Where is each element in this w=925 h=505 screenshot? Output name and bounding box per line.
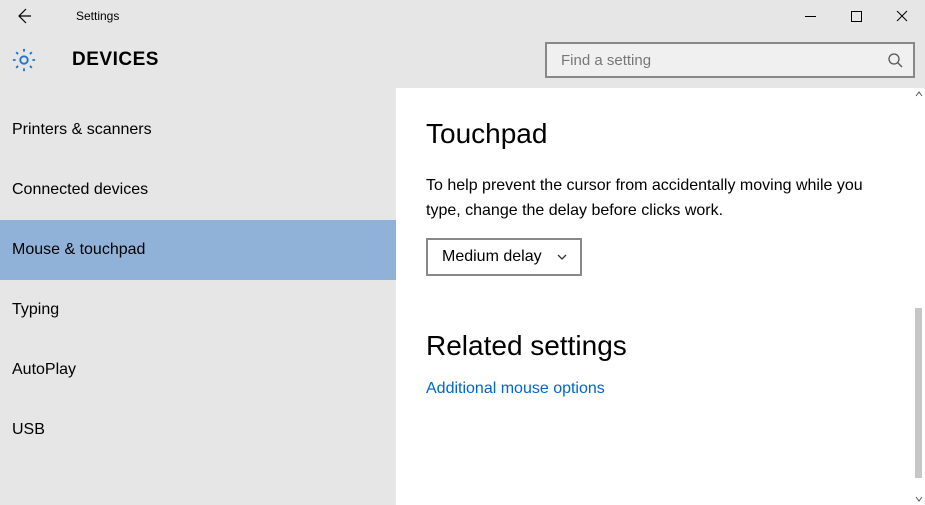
sidebar-item-typing[interactable]: Typing: [0, 280, 396, 340]
arrow-left-icon: [15, 7, 33, 25]
sidebar-item-usb[interactable]: USB: [0, 400, 396, 460]
delay-dropdown[interactable]: Medium delay: [426, 238, 582, 276]
section-heading-touchpad: Touchpad: [426, 118, 895, 150]
header: DEVICES: [0, 32, 925, 88]
sidebar-item-label: Printers & scanners: [12, 121, 152, 139]
sidebar-item-label: USB: [12, 421, 45, 439]
maximize-icon: [851, 11, 862, 22]
section-heading-related: Related settings: [426, 330, 895, 362]
content-pane: Touchpad To help prevent the cursor from…: [396, 88, 925, 505]
dropdown-selected-value: Medium delay: [442, 248, 542, 266]
close-button[interactable]: [879, 0, 925, 32]
sidebar-item-label: AutoPlay: [12, 361, 76, 379]
search-input[interactable]: [559, 51, 887, 70]
additional-mouse-options-link[interactable]: Additional mouse options: [426, 380, 895, 398]
touchpad-description: To help prevent the cursor from accident…: [426, 174, 866, 224]
scroll-thumb[interactable]: [915, 308, 922, 478]
sidebar: Printers & scanners Connected devices Mo…: [0, 88, 396, 505]
sidebar-item-mouse-touchpad[interactable]: Mouse & touchpad: [0, 220, 396, 280]
minimize-button[interactable]: [787, 0, 833, 32]
chevron-up-icon: [915, 91, 923, 97]
sidebar-item-printers[interactable]: Printers & scanners: [0, 100, 396, 160]
back-button[interactable]: [0, 0, 48, 32]
search-icon: [887, 52, 903, 68]
window-title: Settings: [48, 9, 119, 23]
chevron-down-icon: [556, 251, 568, 263]
sidebar-item-connected-devices[interactable]: Connected devices: [0, 160, 396, 220]
sidebar-item-label: Typing: [12, 301, 59, 319]
maximize-button[interactable]: [833, 0, 879, 32]
chevron-down-icon: [915, 496, 923, 502]
sidebar-item-autoplay[interactable]: AutoPlay: [0, 340, 396, 400]
sidebar-item-label: Connected devices: [12, 181, 148, 199]
scroll-up-button[interactable]: [913, 88, 925, 100]
sidebar-item-label: Mouse & touchpad: [12, 241, 145, 259]
minimize-icon: [805, 11, 816, 22]
titlebar: Settings: [0, 0, 925, 32]
scroll-down-button[interactable]: [913, 493, 925, 505]
scrollbar[interactable]: [913, 88, 925, 505]
category-title: DEVICES: [48, 49, 159, 71]
gear-icon: [10, 46, 38, 74]
close-icon: [896, 10, 908, 22]
search-box[interactable]: [545, 42, 915, 78]
